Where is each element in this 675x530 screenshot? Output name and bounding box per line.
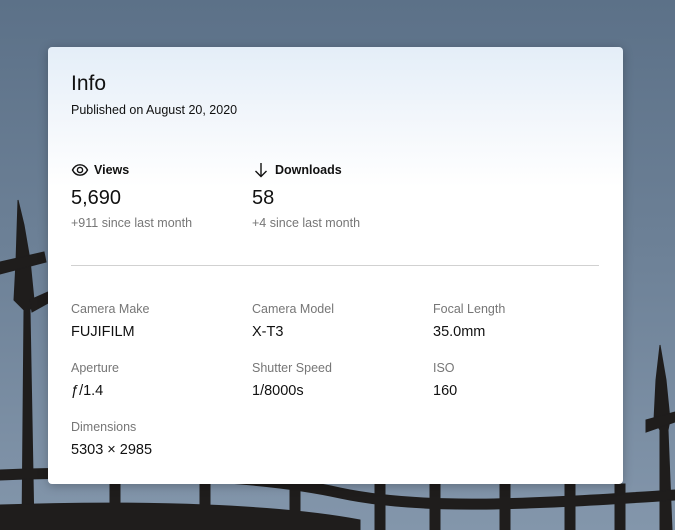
downloads-label: Downloads [275, 163, 342, 177]
camera-make-value: FUJIFILM [71, 324, 135, 340]
camera-make: Camera Make FUJIFILM [71, 301, 241, 341]
shutter-speed: Shutter Speed 1/8000s [252, 360, 422, 400]
focal-length-value: 35.0mm [433, 324, 486, 340]
views-label: Views [94, 163, 130, 177]
aperture-value: ƒ/1.4 [71, 383, 104, 399]
camera-model: Camera Model X-T3 [252, 301, 422, 341]
views-stat: Views 5,690 +911 since last month [71, 160, 241, 231]
panel-title: Info [71, 72, 107, 95]
views-delta: +911 since last month [71, 216, 193, 230]
arrow-down-icon [252, 161, 270, 179]
iso: ISO 160 [433, 360, 603, 400]
downloads-delta: +4 since last month [252, 216, 361, 230]
views-count: 5,690 [71, 187, 122, 209]
shutter-speed-value: 1/8000s [252, 383, 304, 399]
downloads-stat: Downloads 58 +4 since last month [252, 160, 422, 231]
camera-model-value: X-T3 [252, 324, 284, 340]
info-panel: Info Published on August 20, 2020 Views … [48, 47, 623, 484]
aperture-label: Aperture [71, 361, 119, 375]
aperture: Aperture ƒ/1.4 [71, 360, 241, 400]
dimensions: Dimensions 5303 × 2985 [71, 419, 241, 459]
camera-make-label: Camera Make [71, 302, 150, 316]
downloads-count: 58 [252, 187, 275, 209]
eye-icon [71, 161, 89, 179]
published-date: Published on August 20, 2020 [71, 103, 238, 117]
iso-value: 160 [433, 383, 458, 399]
focal-length: Focal Length 35.0mm [433, 301, 603, 341]
shutter-speed-label: Shutter Speed [252, 361, 332, 375]
dimensions-label: Dimensions [71, 420, 137, 434]
views-header: Views [71, 160, 241, 180]
dimensions-value: 5303 × 2985 [71, 442, 153, 458]
camera-model-label: Camera Model [252, 302, 334, 316]
section-divider [71, 265, 599, 266]
focal-length-label: Focal Length [433, 302, 506, 316]
downloads-header: Downloads [252, 160, 422, 180]
iso-label: ISO [433, 361, 455, 375]
